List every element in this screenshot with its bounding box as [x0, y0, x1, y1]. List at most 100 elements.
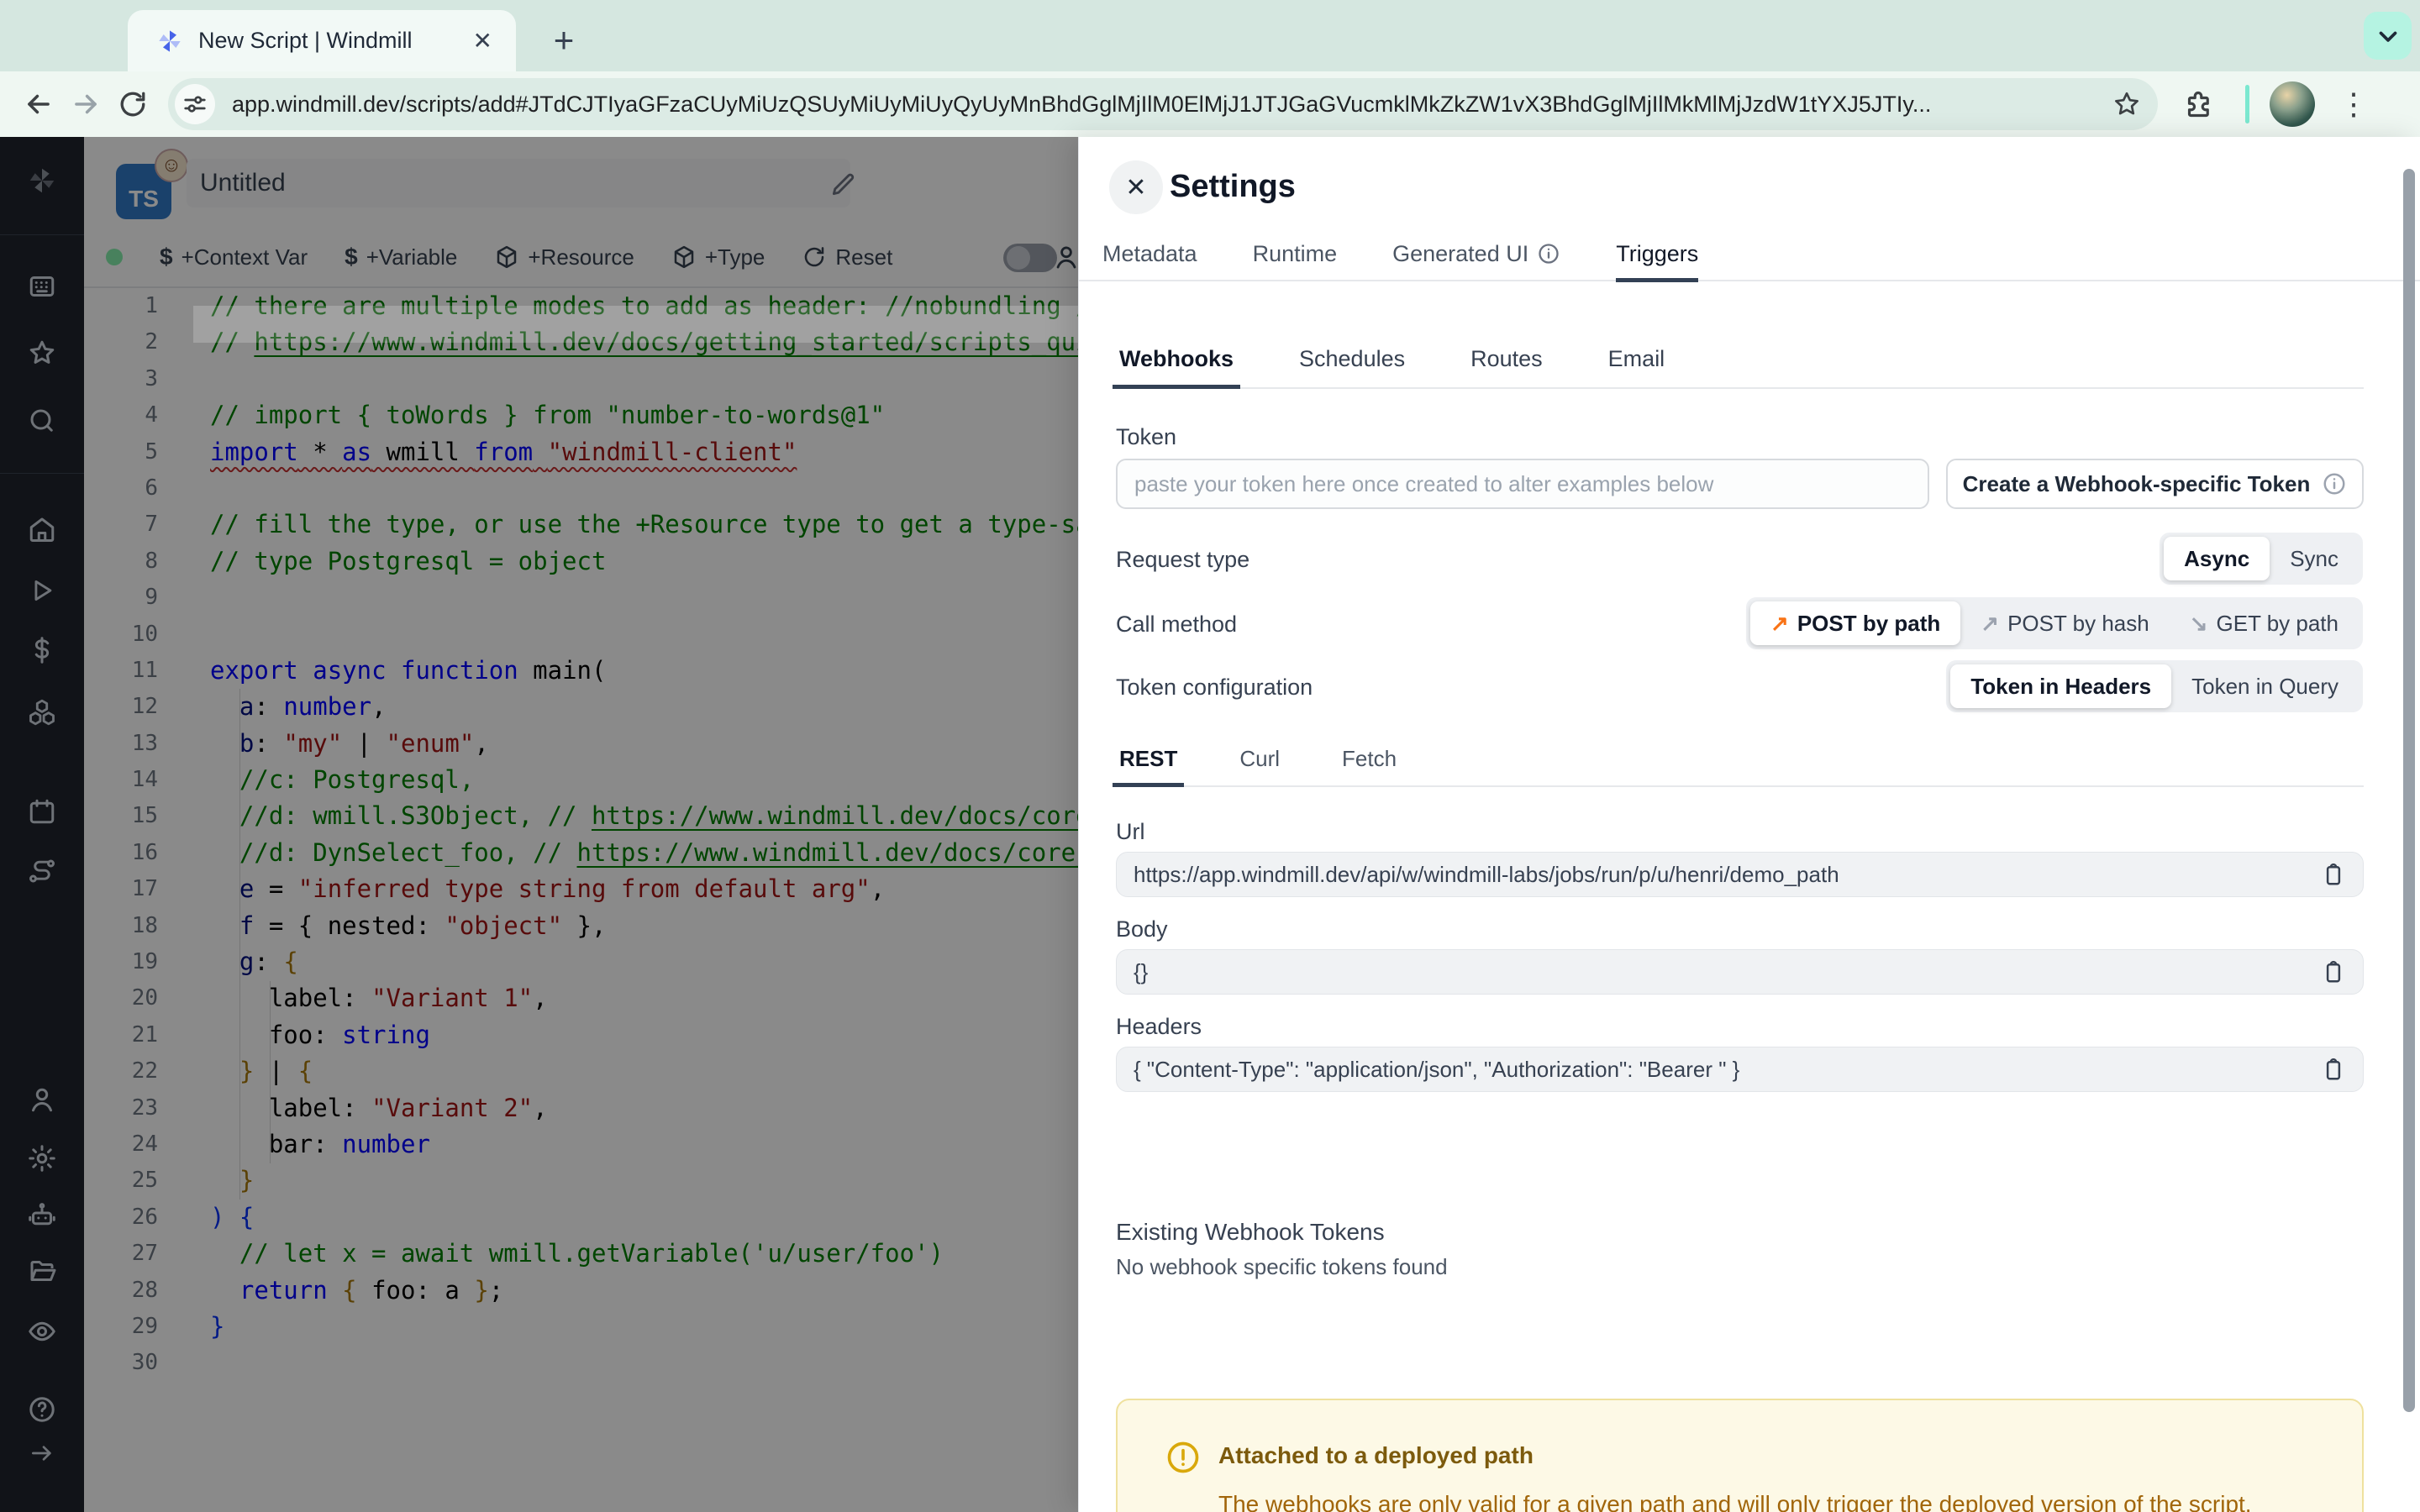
folders-icon[interactable]	[26, 1255, 58, 1287]
tab-triggers[interactable]: Triggers	[1616, 227, 1699, 282]
tab-rest[interactable]: REST	[1112, 746, 1185, 787]
home-icon[interactable]	[26, 513, 58, 545]
sidebar	[0, 137, 84, 1512]
add-context-var-button[interactable]: $ +Context Var	[160, 244, 308, 270]
browser-tab-strip: New Script | Windmill ✕ +	[0, 0, 2420, 71]
back-icon[interactable]	[15, 81, 62, 128]
indent-guide	[239, 689, 240, 1200]
browser-menu-icon[interactable]: ⋮	[2338, 87, 2369, 122]
app-switcher-icon[interactable]	[26, 270, 58, 302]
tab-title: New Script | Windmill	[198, 28, 413, 53]
info-icon	[2322, 471, 2347, 496]
tab-routes[interactable]: Routes	[1467, 346, 1546, 387]
create-webhook-token-button[interactable]: Create a Webhook-specific Token	[1946, 459, 2364, 509]
drawer-title: Settings	[1170, 169, 1296, 204]
warning-text: The webhooks are only valid for a given …	[1218, 1491, 2252, 1512]
schedules-calendar-icon[interactable]	[26, 795, 58, 827]
call-method-toggle: ↗ POST by path ↗ POST by hash ↘ GET by p…	[1746, 597, 2363, 649]
profile-avatar[interactable]	[2270, 81, 2315, 127]
sidebar-divider	[0, 473, 84, 474]
edit-pencil-icon[interactable]	[829, 171, 857, 199]
option-post-by-path[interactable]: ↗ POST by path	[1750, 601, 1961, 645]
help-question-icon[interactable]	[26, 1394, 58, 1425]
script-title-input[interactable]: Untitled	[187, 159, 850, 207]
url-bar[interactable]: app.windmill.dev/scripts/add#JTdCJTIyaGF…	[168, 78, 2158, 130]
option-token-in-headers[interactable]: Token in Headers	[1950, 664, 2172, 708]
tab-fetch[interactable]: Fetch	[1339, 746, 1400, 785]
variables-dollar-icon[interactable]	[26, 634, 58, 666]
arrow-up-right-icon: ↗	[1770, 610, 1789, 636]
tab-metadata[interactable]: Metadata	[1102, 227, 1197, 281]
browser-toolbar: app.windmill.dev/scripts/add#JTdCJTIyaGF…	[0, 71, 2420, 137]
option-sync[interactable]: Sync	[2270, 537, 2359, 580]
extensions-puzzle-icon[interactable]	[2183, 89, 2213, 119]
token-input[interactable]: paste your token here once created to al…	[1116, 459, 1929, 509]
routes-flow-icon[interactable]	[26, 855, 58, 887]
copy-clipboard-icon[interactable]	[2321, 959, 2346, 984]
favorites-star-icon[interactable]	[26, 337, 58, 369]
diff-toggle[interactable]	[1003, 244, 1057, 272]
option-get-by-path[interactable]: ↘ GET by path	[2170, 601, 2359, 645]
copy-clipboard-icon[interactable]	[2321, 1057, 2346, 1082]
reset-button[interactable]: Reset	[802, 244, 892, 270]
app-area: TS ☺ Untitled $ +Context Var $ +Variable	[0, 137, 2420, 1512]
option-async[interactable]: Async	[2164, 537, 2270, 580]
site-settings-icon[interactable]	[175, 84, 215, 124]
windmill-favicon-icon	[156, 28, 183, 55]
tab-runtime[interactable]: Runtime	[1253, 227, 1338, 281]
deployed-path-warning: Attached to a deployed path The webhooks…	[1116, 1399, 2364, 1512]
headers-field[interactable]: { "Content-Type": "application/json", "A…	[1116, 1047, 2364, 1092]
warning-title: Attached to a deployed path	[1218, 1442, 1534, 1468]
arrow-down-right-icon: ↘	[2189, 610, 2208, 636]
windmill-logo-icon[interactable]	[26, 165, 58, 197]
url-field[interactable]: https://app.windmill.dev/api/w/windmill-…	[1116, 852, 2364, 897]
body-label: Body	[1116, 916, 1168, 942]
url-text[interactable]: app.windmill.dev/scripts/add#JTdCJTIyaGF…	[232, 92, 2101, 118]
add-variable-button[interactable]: $ +Variable	[345, 244, 457, 270]
existing-tokens-title: Existing Webhook Tokens	[1116, 1219, 1385, 1245]
token-label: Token	[1116, 424, 1177, 449]
settings-gear-icon[interactable]	[26, 1142, 58, 1174]
indent-guide	[270, 981, 271, 1163]
option-token-in-query[interactable]: Token in Query	[2171, 664, 2359, 708]
add-resource-button[interactable]: +Resource	[494, 244, 634, 270]
tab-webhooks[interactable]: Webhooks	[1112, 346, 1241, 389]
headers-label: Headers	[1116, 1014, 1202, 1039]
browser-tab[interactable]: New Script | Windmill ✕	[128, 10, 516, 71]
settings-tabs: Metadata Runtime Generated UI Triggers	[1079, 227, 2420, 282]
resources-boxes-icon[interactable]	[26, 696, 58, 728]
expand-arrow-icon[interactable]	[26, 1437, 58, 1469]
tab-list-chevron-button[interactable]	[2364, 12, 2412, 60]
option-post-by-hash[interactable]: ↗ POST by hash	[1960, 601, 2169, 645]
bookmark-star-icon[interactable]	[2112, 90, 2141, 118]
tab-close-icon[interactable]: ✕	[468, 27, 497, 55]
code-editor-pane: TS ☺ Untitled $ +Context Var $ +Variable	[84, 137, 1078, 1512]
body-field[interactable]: {}	[1116, 949, 2364, 995]
search-icon[interactable]	[26, 405, 58, 437]
runs-play-icon[interactable]	[26, 575, 58, 606]
user-icon[interactable]	[26, 1084, 58, 1116]
tab-generated-ui[interactable]: Generated UI	[1392, 227, 1560, 281]
reload-icon[interactable]	[109, 81, 156, 128]
copy-clipboard-icon[interactable]	[2321, 862, 2346, 887]
editor-header: TS ☺ Untitled	[84, 137, 1078, 228]
forward-icon[interactable]	[62, 81, 109, 128]
token-placeholder: paste your token here once created to al…	[1134, 470, 1714, 496]
code-editor[interactable]: 1// there are multiple modes to add as h…	[84, 288, 1078, 1512]
close-icon[interactable]: ✕	[1109, 160, 1163, 214]
tab-email[interactable]: Email	[1605, 346, 1669, 387]
workers-robot-icon[interactable]	[26, 1200, 58, 1231]
tab-schedules[interactable]: Schedules	[1296, 346, 1408, 387]
request-type-label: Request type	[1116, 547, 1250, 572]
new-tab-button[interactable]: +	[542, 18, 586, 62]
assistant-person-icon[interactable]	[1052, 243, 1078, 271]
url-label: Url	[1116, 819, 1145, 844]
browser-window: New Script | Windmill ✕ + app.windmill.d…	[0, 0, 2420, 1512]
package-icon	[494, 244, 519, 270]
audit-eye-icon[interactable]	[26, 1315, 58, 1347]
existing-tokens-empty: No webhook specific tokens found	[1116, 1254, 1448, 1279]
add-type-button[interactable]: +Type	[671, 244, 765, 270]
scrollbar-thumb[interactable]	[2403, 169, 2415, 1412]
settings-drawer: ✕ Settings Metadata Runtime Generated UI…	[1078, 137, 2420, 1512]
tab-curl[interactable]: Curl	[1236, 746, 1283, 785]
